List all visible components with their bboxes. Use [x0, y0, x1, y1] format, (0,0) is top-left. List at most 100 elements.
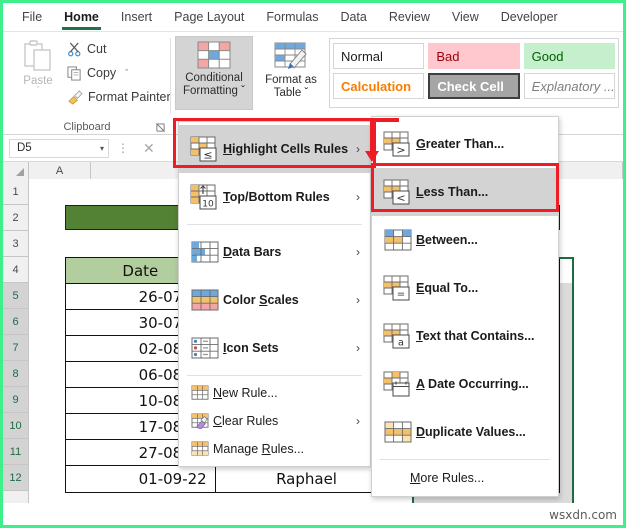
clipboard-group-label: Clipboard: [63, 121, 111, 133]
style-explanatory[interactable]: Explanatory ...: [523, 73, 615, 99]
menu-item-color-scales[interactable]: Color Scales ›: [179, 276, 370, 324]
icon-sets-icon: [187, 335, 223, 361]
row-header-5[interactable]: 5: [3, 283, 28, 309]
scissors-icon: [67, 42, 82, 57]
status-bar: [3, 503, 623, 525]
row-header-7[interactable]: 7: [3, 335, 28, 361]
style-normal[interactable]: Normal: [333, 43, 425, 69]
row-header-1[interactable]: 1: [3, 179, 28, 205]
menu-item-icon-sets[interactable]: Icon Sets ›: [179, 324, 370, 372]
tab-formulas[interactable]: Formulas: [255, 6, 329, 29]
format-painter-button[interactable]: Format Painter: [67, 86, 171, 108]
menu-item-label: New Rule...: [213, 386, 278, 400]
paste-caret-icon[interactable]: ˇ: [37, 86, 40, 95]
copy-caret-icon[interactable]: ˇ: [125, 68, 128, 78]
manage-rules-icon: [187, 441, 213, 457]
tab-page-layout[interactable]: Page Layout: [163, 6, 255, 29]
row-header-3[interactable]: 3: [3, 231, 28, 257]
highlight-cells-rules-icon: ≤: [187, 136, 223, 162]
menu-item-label: Text that Contains...: [416, 329, 535, 343]
paste-icon: [23, 40, 53, 72]
menu-item-top-bottom-rules[interactable]: 10 Top/Bottom Rules ›: [179, 173, 370, 221]
menu-item-label: More Rules...: [410, 471, 485, 485]
text-that-contains-icon: a: [380, 323, 416, 349]
format-as-table-label: Format as Table ˇ: [265, 74, 317, 99]
row-header-6[interactable]: 6: [3, 309, 28, 335]
row-header-12[interactable]: 12: [3, 465, 28, 491]
style-calculation[interactable]: Calculation: [333, 73, 425, 99]
paste-button[interactable]: Paste ˇ: [11, 37, 65, 109]
menu-item-equal-to[interactable]: = Equal To...: [372, 264, 558, 312]
conditional-formatting-button[interactable]: Conditional Formatting ˇ: [175, 36, 253, 110]
cancel-icon[interactable]: ✕: [143, 140, 155, 157]
menu-item-label: Color Scales: [223, 293, 299, 307]
menu-item-label: Icon Sets: [223, 341, 279, 355]
top-bottom-rules-icon: 10: [187, 184, 223, 210]
select-all-corner[interactable]: [3, 162, 29, 179]
menu-item-duplicate-values[interactable]: Duplicate Values...: [372, 408, 558, 456]
tab-developer[interactable]: Developer: [490, 6, 569, 29]
menu-item-label: Highlight Cells Rules: [223, 142, 349, 156]
new-rule-icon: [187, 385, 213, 401]
paintbrush-icon: [67, 89, 83, 105]
style-check-cell[interactable]: Check Cell: [428, 73, 520, 99]
tab-file[interactable]: File: [11, 6, 53, 29]
menu-separator: [380, 459, 550, 460]
conditional-formatting-caret-icon[interactable]: ˇ: [241, 85, 245, 97]
menu-item-clear-rules[interactable]: Clear Rules ›: [179, 407, 370, 435]
svg-text:<: <: [396, 192, 405, 205]
menu-item-new-rule[interactable]: New Rule...: [179, 379, 370, 407]
svg-text:≤: ≤: [203, 149, 212, 162]
tab-view[interactable]: View: [441, 6, 490, 29]
name-box[interactable]: D5 ▾: [9, 138, 109, 158]
conditional-formatting-menu: ≤ Highlight Cells Rules › 10 Top/Bottom …: [178, 121, 371, 467]
menu-item-manage-rules[interactable]: Manage Rules...: [179, 435, 370, 463]
format-as-table-button[interactable]: Format as Table ˇ: [257, 36, 325, 110]
watermark: wsxdn.com: [549, 508, 617, 522]
conditional-formatting-icon: [197, 41, 231, 69]
menu-item-a-date-occurring[interactable]: A Date Occurring...: [372, 360, 558, 408]
menu-item-more-rules[interactable]: More Rules...: [372, 463, 558, 493]
chevron-down-icon[interactable]: ▾: [100, 144, 104, 153]
tab-home[interactable]: Home: [53, 6, 110, 30]
group-divider: [170, 38, 171, 114]
cut-button[interactable]: Cut: [67, 38, 106, 60]
tab-review[interactable]: Review: [378, 6, 441, 29]
row-header-11[interactable]: 11: [3, 439, 28, 465]
menu-separator: [187, 224, 362, 225]
formula-bar-more-icon[interactable]: ⋮: [117, 141, 129, 155]
tab-insert[interactable]: Insert: [110, 6, 163, 29]
copy-button[interactable]: Copy ˇ: [67, 62, 128, 84]
menu-item-label: Duplicate Values...: [416, 425, 526, 439]
chevron-right-icon: ›: [356, 293, 360, 307]
menu-item-data-bars[interactable]: Data Bars ›: [179, 228, 370, 276]
menu-item-label: Less Than...: [416, 185, 489, 199]
menu-item-between[interactable]: Between...: [372, 216, 558, 264]
svg-text:>: >: [396, 144, 405, 157]
cell-date[interactable]: 01-09-22: [66, 466, 216, 492]
row-header-10[interactable]: 10: [3, 413, 28, 439]
row-header-4[interactable]: 4: [3, 257, 28, 283]
clipboard-dialog-launcher-icon[interactable]: [156, 123, 165, 132]
style-good[interactable]: Good: [523, 43, 615, 69]
less-than-icon: <: [380, 179, 416, 205]
menu-item-label: Data Bars: [223, 245, 282, 259]
menu-item-greater-than[interactable]: > Greater Than...: [372, 120, 558, 168]
menu-item-less-than[interactable]: < Less Than...: [372, 168, 558, 216]
tab-data[interactable]: Data: [329, 6, 377, 29]
menu-item-highlight-cells-rules[interactable]: ≤ Highlight Cells Rules ›: [179, 125, 370, 173]
conditional-formatting-label: Conditional Formatting ˇ: [182, 72, 245, 97]
row-header-2[interactable]: 2: [3, 205, 28, 231]
row-header-8[interactable]: 8: [3, 361, 28, 387]
chevron-right-icon: ›: [356, 245, 360, 259]
column-header-a[interactable]: A: [29, 162, 91, 179]
row-header-9[interactable]: 9: [3, 387, 28, 413]
chevron-right-icon: ›: [356, 190, 360, 204]
style-bad[interactable]: Bad: [428, 43, 520, 69]
format-as-table-caret-icon[interactable]: ˇ: [304, 87, 308, 99]
data-bars-icon: [187, 239, 223, 265]
menu-separator: [187, 375, 362, 376]
duplicate-values-icon: [380, 419, 416, 445]
svg-text:10: 10: [202, 200, 214, 210]
menu-item-text-that-contains[interactable]: a Text that Contains...: [372, 312, 558, 360]
